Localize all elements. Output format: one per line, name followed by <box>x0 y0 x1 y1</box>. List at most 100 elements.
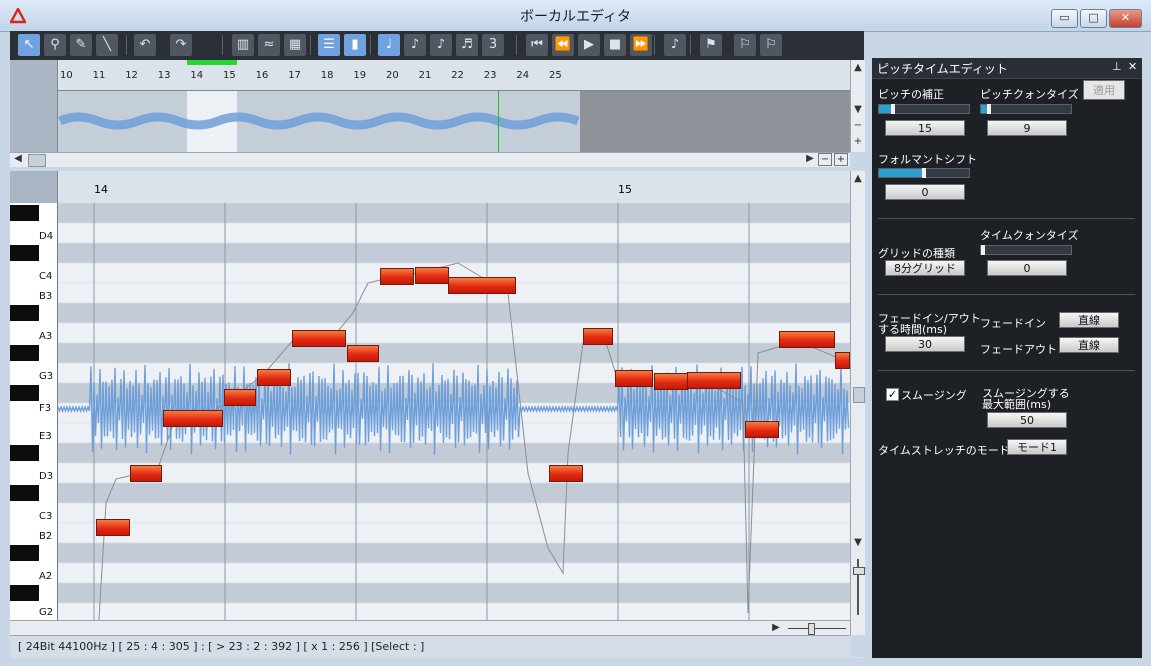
note-32nd-icon[interactable]: ♬ <box>456 34 478 56</box>
marker-prev-icon[interactable]: ⚐ <box>734 34 756 56</box>
pitch-note-block[interactable] <box>835 352 850 369</box>
undo-icon[interactable]: ↶ <box>134 34 156 56</box>
key-label: G3 <box>39 371 54 382</box>
pitch-note-block[interactable] <box>292 330 346 347</box>
stop-icon[interactable]: ■ <box>604 34 626 56</box>
pitch-note-block[interactable] <box>615 370 653 387</box>
pitch-note-block[interactable] <box>745 421 779 438</box>
align-icon[interactable]: ☰ <box>318 34 340 56</box>
zoom-tool-icon[interactable]: ⚲ <box>44 34 66 56</box>
pitch-correct-slider[interactable] <box>878 104 970 114</box>
piano-black-key[interactable] <box>10 205 39 221</box>
vertical-zoom-thumb[interactable] <box>853 567 865 575</box>
horizontal-zoom-thumb[interactable] <box>808 623 815 635</box>
pitch-note-block[interactable] <box>224 389 256 406</box>
scroll-down-icon[interactable]: ▼ <box>851 537 865 548</box>
pitch-note-block[interactable] <box>257 369 291 386</box>
horizontal-zoom-slider[interactable] <box>788 628 846 629</box>
fast-forward-icon[interactable]: ⏩ <box>630 34 652 56</box>
grid-type-select[interactable]: 8分グリッド <box>885 260 965 276</box>
toolbar-separator <box>654 35 655 55</box>
piano-black-key[interactable] <box>10 245 39 261</box>
overview-horizontal-scrollbar[interactable]: ◀ ▶ − + <box>10 152 850 167</box>
scroll-thumb[interactable] <box>853 387 865 403</box>
scroll-down-icon[interactable]: ▼ <box>851 104 865 115</box>
pitch-view-icon[interactable]: ▥ <box>232 34 254 56</box>
smoothing-range-value[interactable]: 50 <box>987 412 1067 428</box>
scroll-up-icon[interactable]: ▲ <box>851 62 865 73</box>
zoom-in-vertical-icon[interactable]: + <box>851 136 865 147</box>
goto-start-icon[interactable]: ⏮ <box>526 34 548 56</box>
scroll-up-icon[interactable]: ▲ <box>851 173 865 184</box>
piano-black-key[interactable] <box>10 445 39 461</box>
piano-black-key[interactable] <box>10 305 39 321</box>
triplet-icon[interactable]: 3 <box>482 34 504 56</box>
note-eighth-icon[interactable]: ♪ <box>404 34 426 56</box>
marker-next-icon[interactable]: ⚐ <box>760 34 782 56</box>
fade-time-value[interactable]: 30 <box>885 336 965 352</box>
play-icon[interactable]: ▶ <box>578 34 600 56</box>
pitch-note-block[interactable] <box>96 519 130 536</box>
piano-keyboard[interactable]: D4 C4 B3 A3 G3 F3 E3 D3 C3 B2 A2 G2 <box>10 203 58 635</box>
formant-shift-slider[interactable] <box>878 168 970 178</box>
piano-black-key[interactable] <box>10 585 39 601</box>
pencil-tool-icon[interactable]: ✎ <box>70 34 92 56</box>
scroll-right-icon[interactable]: ▶ <box>770 622 782 633</box>
pitch-note-block[interactable] <box>163 410 223 427</box>
pitch-note-block[interactable] <box>380 268 414 285</box>
pin-icon[interactable]: ⊥ <box>1112 60 1122 73</box>
fade-in-select[interactable]: 直線 <box>1059 312 1119 328</box>
close-button[interactable]: ✕ <box>1109 9 1142 28</box>
redo-icon[interactable]: ↷ <box>170 34 192 56</box>
maximize-button[interactable]: □ <box>1080 9 1107 28</box>
pitch-note-block[interactable] <box>448 277 516 294</box>
pitch-note-block[interactable] <box>583 328 613 345</box>
overview-left-gutter <box>10 60 58 152</box>
zoom-in-horizontal-icon[interactable]: + <box>834 153 848 166</box>
table-view-icon[interactable]: ▦ <box>284 34 306 56</box>
pitch-quantize-slider[interactable] <box>980 104 1072 114</box>
piano-black-key[interactable] <box>10 485 39 501</box>
smoothing-checkbox[interactable]: ✓ <box>886 388 899 401</box>
zoom-out-horizontal-icon[interactable]: − <box>818 153 832 166</box>
piano-black-key[interactable] <box>10 385 39 401</box>
apply-button[interactable]: 適用 <box>1083 80 1125 100</box>
rewind-icon[interactable]: ⏪ <box>552 34 574 56</box>
pitch-quantize-value[interactable]: 9 <box>987 120 1067 136</box>
toolbar: ↖ ⚲ ✎ ╲ ↶ ↷ ▥ ≈ ▦ ☰ ▮ ♩ ♪ ♪ ♬ 3 ⏮ ⏪ ▶ ■ ⏩ ♪ ⚑ ⚐ ⚐ <box>10 31 864 60</box>
scroll-thumb[interactable] <box>28 154 46 167</box>
time-quantize-slider[interactable] <box>980 245 1072 255</box>
fade-out-select[interactable]: 直線 <box>1059 337 1119 353</box>
metronome-icon[interactable]: ♪ <box>664 34 686 56</box>
note-whole-icon[interactable]: ♩ <box>378 34 400 56</box>
pitch-note-block[interactable] <box>654 373 688 390</box>
waveform-view-icon[interactable]: ≈ <box>258 34 280 56</box>
meter-icon[interactable]: ▮ <box>344 34 366 56</box>
pitch-note-block[interactable] <box>687 372 741 389</box>
stretch-mode-select[interactable]: モード1 <box>1007 439 1067 455</box>
pitch-note-block[interactable] <box>347 345 379 362</box>
pitch-note-block[interactable] <box>130 465 162 482</box>
editor-horizontal-scrollbar[interactable]: ▶ <box>10 620 850 636</box>
select-tool-icon[interactable]: ↖ <box>18 34 40 56</box>
scroll-left-icon[interactable]: ◀ <box>12 153 24 164</box>
editor-ruler[interactable] <box>10 171 850 204</box>
pitch-correct-value[interactable]: 15 <box>885 120 965 136</box>
pitch-note-block[interactable] <box>549 465 583 482</box>
time-quantize-value[interactable]: 0 <box>987 260 1067 276</box>
editor-vertical-scrollbar[interactable]: ▲ ▼ <box>850 171 865 635</box>
pitch-note-block[interactable] <box>779 331 835 348</box>
pitch-row <box>58 222 850 244</box>
minimize-button[interactable]: ▭ <box>1051 9 1078 28</box>
formant-shift-value[interactable]: 0 <box>885 184 965 200</box>
line-tool-icon[interactable]: ╲ <box>96 34 118 56</box>
scroll-right-icon[interactable]: ▶ <box>804 153 816 164</box>
piano-black-key[interactable] <box>10 345 39 361</box>
pitch-note-block[interactable] <box>415 267 449 284</box>
zoom-out-vertical-icon[interactable]: − <box>851 120 865 131</box>
overview-vertical-scrollbar[interactable]: ▲ ▼ − + <box>850 60 865 152</box>
panel-close-icon[interactable]: ✕ <box>1128 60 1137 73</box>
flag-icon[interactable]: ⚑ <box>700 34 722 56</box>
piano-black-key[interactable] <box>10 545 39 561</box>
note-sixteenth-icon[interactable]: ♪ <box>430 34 452 56</box>
